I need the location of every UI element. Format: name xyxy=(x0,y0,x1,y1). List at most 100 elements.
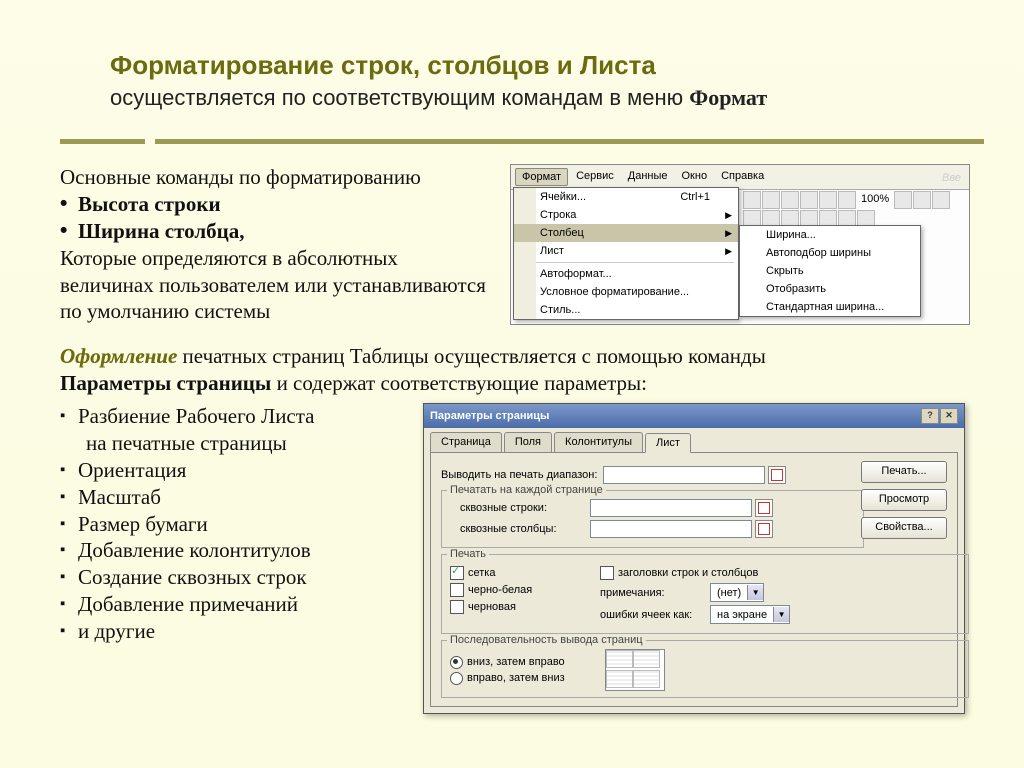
toolbar-icon[interactable] xyxy=(743,191,761,209)
checkbox-grid[interactable] xyxy=(450,566,464,580)
bullet-width: Ширина столбца, xyxy=(60,218,490,245)
main-commands-text: Основные команды по форматированию xyxy=(60,164,490,191)
param-notes: Добавление примечаний xyxy=(60,591,415,618)
divider xyxy=(60,139,984,144)
menu-item-column[interactable]: Столбец▶ xyxy=(514,224,738,242)
param-paper: Размер бумаги xyxy=(60,511,415,538)
label-bw: черно-белая xyxy=(468,584,532,596)
properties-button[interactable]: Свойства... xyxy=(861,517,947,539)
toolbar-icon[interactable] xyxy=(781,191,799,209)
menu-item-style[interactable]: Стиль... xyxy=(514,301,738,319)
column-submenu: Ширина... Автоподбор ширины Скрыть Отобр… xyxy=(739,225,921,317)
param-other: и другие xyxy=(60,618,415,645)
label-headers: заголовки строк и столбцов xyxy=(618,567,758,579)
page-setup-dialog: Параметры страницы ? ✕ Страница Поля Кол… xyxy=(423,403,965,714)
close-button[interactable]: ✕ xyxy=(940,408,958,424)
label-draft: черновая xyxy=(468,601,516,613)
each-page-group: Печатать на каждой странице xyxy=(447,484,606,496)
slide-subtitle: осуществляется по соответствующим команд… xyxy=(110,85,984,111)
chevron-down-icon[interactable]: ▼ xyxy=(773,607,789,622)
toolbar-icon[interactable] xyxy=(819,191,837,209)
radio-down[interactable] xyxy=(450,656,463,669)
oformlenie-tail: и содержат соответствующие параметры: xyxy=(271,371,647,395)
menu-item-conditional[interactable]: Условное форматирование... xyxy=(514,283,738,301)
label-errors: ошибки ячеек как: xyxy=(600,609,710,621)
label-grid: сетка xyxy=(468,567,495,579)
submenu-stdwidth[interactable]: Стандартная ширина... xyxy=(740,298,920,316)
tab-margins[interactable]: Поля xyxy=(504,432,552,452)
label-order-down: вниз, затем вправо xyxy=(467,656,565,668)
preview-button[interactable]: Просмотр xyxy=(861,489,947,511)
menu-item-autoformat[interactable]: Автоформат... xyxy=(514,265,738,283)
dialog-title-text: Параметры страницы xyxy=(430,410,549,422)
label-notes: примечания: xyxy=(600,587,710,599)
tab-page[interactable]: Страница xyxy=(430,432,502,452)
chevron-down-icon[interactable]: ▼ xyxy=(747,585,763,600)
param-scale: Масштаб xyxy=(60,484,415,511)
range-picker-icon[interactable] xyxy=(755,520,773,538)
oformlenie-paragraph: Оформление печатных страниц Таблицы осущ… xyxy=(60,343,984,397)
chevron-right-icon: ▶ xyxy=(725,210,732,221)
menu-item-cells[interactable]: Ячейки...Ctrl+1 xyxy=(514,188,738,206)
subtitle-text: осуществляется по соответствующим команд… xyxy=(110,85,689,110)
after-bullets-text: Которые определяются в абсолютных величи… xyxy=(60,245,490,326)
range-picker-icon[interactable] xyxy=(768,466,786,484)
oformlenie-text: печатных страниц Таблицы осуществляется … xyxy=(183,344,766,368)
menu-window[interactable]: Окно xyxy=(676,168,714,186)
menu-item-row[interactable]: Строка▶ xyxy=(514,206,738,224)
submenu-hide[interactable]: Скрыть xyxy=(740,262,920,280)
param-split: Разбиение Рабочего Листана печатные стра… xyxy=(60,403,415,457)
print-range-input[interactable] xyxy=(603,466,765,484)
bullet-height: Высота строки xyxy=(60,191,490,218)
through-rows-input[interactable] xyxy=(590,499,752,517)
toolbar-icon[interactable] xyxy=(762,191,780,209)
menu-format[interactable]: Формат xyxy=(515,168,568,186)
through-rows-label: сквозные строки: xyxy=(450,502,590,514)
checkbox-bw[interactable] xyxy=(450,583,464,597)
combo-errors[interactable]: на экране▼ xyxy=(710,605,790,624)
menu-item-sheet[interactable]: Лист▶ xyxy=(514,242,738,260)
submenu-show[interactable]: Отобразить xyxy=(740,280,920,298)
shortcut: Ctrl+1 xyxy=(680,191,732,203)
order-group: Последовательность вывода страниц xyxy=(447,634,646,646)
excel-menu-mock: Формат Сервис Данные Окно Справка Вве 10… xyxy=(510,164,970,325)
toolbar-icon[interactable] xyxy=(932,191,950,209)
toolbar-row: 100% xyxy=(741,189,971,230)
through-cols-label: сквозные столбцы: xyxy=(450,523,590,535)
print-group: Печать xyxy=(447,548,489,560)
through-cols-input[interactable] xyxy=(590,520,752,538)
print-button[interactable]: Печать... xyxy=(861,461,947,483)
oformlenie-label: Оформление xyxy=(60,344,177,368)
input-hint: Вве xyxy=(936,170,967,186)
page-order-icon xyxy=(605,649,665,691)
checkbox-draft[interactable] xyxy=(450,600,464,614)
toolbar-icon[interactable] xyxy=(894,191,912,209)
help-button[interactable]: ? xyxy=(921,408,939,424)
tab-headerfooter[interactable]: Колонтитулы xyxy=(554,432,643,452)
toolbar-icon[interactable] xyxy=(838,191,856,209)
print-range-label: Выводить на печать диапазон: xyxy=(441,469,597,481)
menu-service[interactable]: Сервис xyxy=(570,168,620,186)
submenu-width[interactable]: Ширина... xyxy=(740,226,920,244)
format-dropdown: Ячейки...Ctrl+1 Строка▶ Столбец▶ Лист▶ А… xyxy=(513,187,739,320)
radio-right[interactable] xyxy=(450,672,463,685)
slide-title: Форматирование строк, столбцов и Листа xyxy=(110,50,984,81)
submenu-autofit[interactable]: Автоподбор ширины xyxy=(740,244,920,262)
toolbar-icon[interactable] xyxy=(913,191,931,209)
range-picker-icon[interactable] xyxy=(755,499,773,517)
chevron-right-icon: ▶ xyxy=(725,246,732,257)
toolbar-icon[interactable] xyxy=(800,191,818,209)
param-throughrows: Создание сквозных строк xyxy=(60,564,415,591)
checkbox-headers[interactable] xyxy=(600,566,614,580)
menu-data[interactable]: Данные xyxy=(622,168,674,186)
param-headers: Добавление колонтитулов xyxy=(60,537,415,564)
tab-sheet[interactable]: Лист xyxy=(645,433,691,453)
param-orientation: Ориентация xyxy=(60,457,415,484)
label-order-right: вправо, затем вниз xyxy=(467,672,565,684)
page-params-label: Параметры страницы xyxy=(60,371,271,395)
dialog-titlebar: Параметры страницы ? ✕ xyxy=(424,404,964,428)
menu-help[interactable]: Справка xyxy=(715,168,770,186)
combo-notes[interactable]: (нет)▼ xyxy=(710,583,764,602)
word-format: Формат xyxy=(689,85,767,110)
zoom-value[interactable]: 100% xyxy=(857,191,893,209)
